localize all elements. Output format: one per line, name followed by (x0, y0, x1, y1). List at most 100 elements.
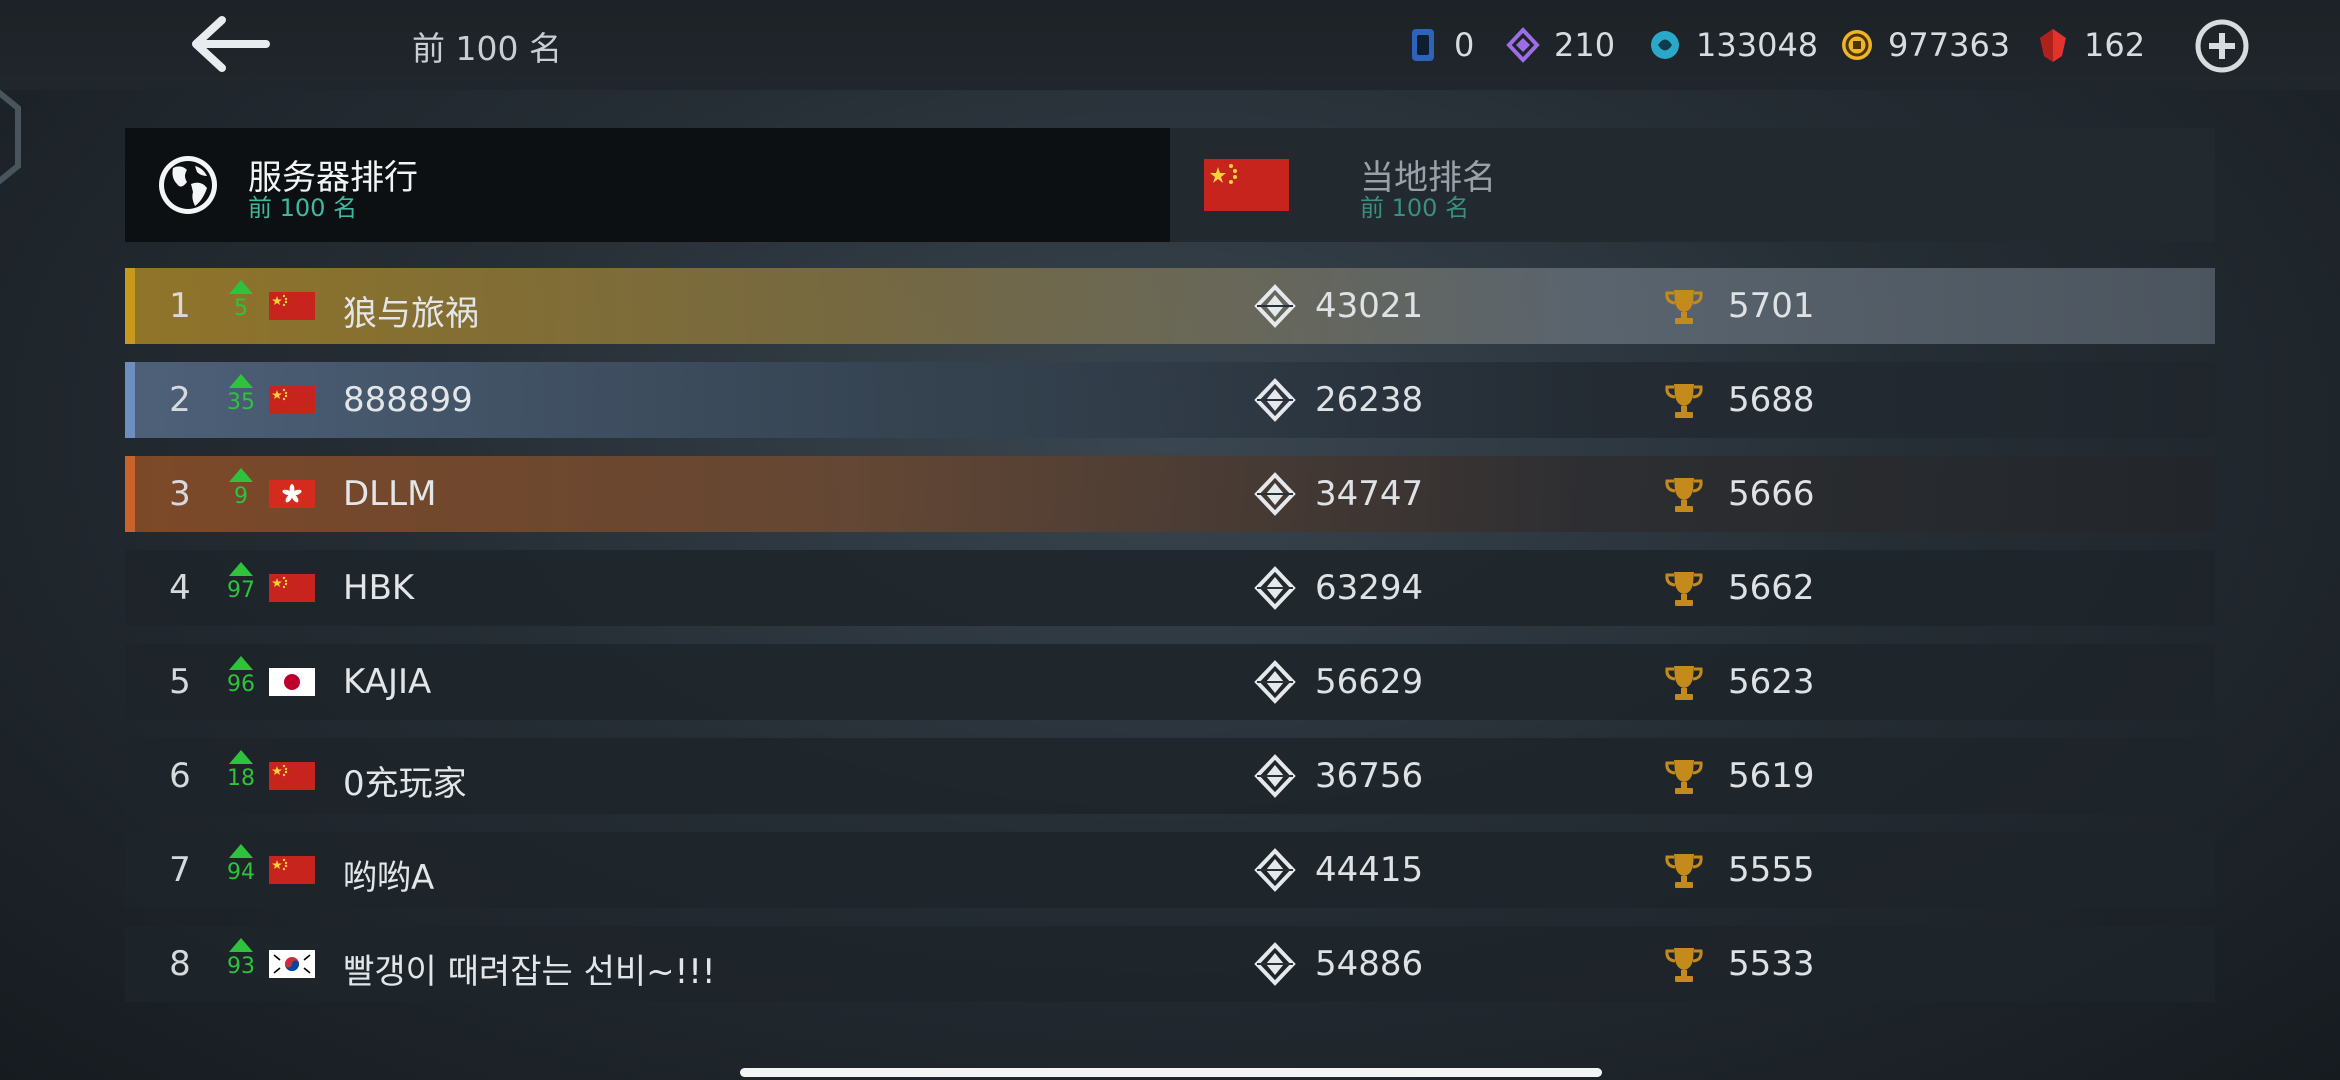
player-name[interactable]: 狼与旅祸 (343, 286, 479, 335)
coins-count: 977363 (1888, 26, 2011, 64)
rank-tier-stripe (125, 268, 135, 344)
rank-change: 93 (225, 938, 257, 990)
swirl-token-icon (1651, 31, 1679, 59)
player-score: 43021 (1315, 286, 1424, 326)
rank-gem-icon (1254, 848, 1296, 892)
rank-up-arrow-icon (229, 844, 253, 858)
rank-up-arrow-icon (229, 562, 253, 576)
home-indicator[interactable] (740, 1068, 1602, 1077)
rank-number: 2 (169, 380, 191, 420)
diamond-tokens-count: 210 (1554, 26, 1616, 64)
rank-change-value: 5 (234, 296, 248, 321)
leaderboard-row[interactable]: 6 18 0充玩家 36756 5619 (125, 738, 2215, 814)
rank-change: 35 (225, 374, 257, 426)
rank-up-arrow-icon (229, 374, 253, 388)
rank-gem-icon (1254, 472, 1296, 516)
player-score: 63294 (1315, 568, 1424, 608)
rank-gem-icon (1254, 284, 1296, 328)
currency-cards[interactable]: 0 (1406, 20, 1474, 70)
leaderboard-row[interactable]: 8 93 빨갱이 때려잡는 선비~!!! 54886 5533 (125, 926, 2215, 1002)
leaderboard-row[interactable]: 1 5 狼与旅祸 43021 5701 (125, 268, 2215, 344)
rank-gem-icon (1254, 942, 1296, 986)
south-korea-flag-icon (269, 950, 315, 978)
rank-up-arrow-icon (229, 750, 253, 764)
trophy-icon (1665, 854, 1703, 888)
player-name[interactable]: HBK (343, 568, 414, 608)
currency-diamond-tokens[interactable]: 210 (1506, 20, 1615, 70)
player-score: 54886 (1315, 944, 1424, 984)
page-title: 前 100 名 (412, 29, 562, 68)
currency-coins[interactable]: 977363 (1840, 20, 2010, 70)
rank-change-value: 35 (227, 390, 255, 415)
trophy-count: 5666 (1728, 474, 1815, 514)
player-score: 44415 (1315, 850, 1424, 890)
leaderboard-tabs: 服务器排行 前 100 名 当地排名 前 100 名 (125, 128, 2215, 242)
rank-number: 5 (169, 662, 191, 702)
player-name[interactable]: 哟哟A (343, 850, 434, 899)
coin-icon (1842, 30, 1872, 60)
china-flag-icon (269, 386, 315, 414)
rank-change-value: 18 (227, 766, 255, 791)
rank-change: 18 (225, 750, 257, 802)
player-name[interactable]: 0充玩家 (343, 756, 467, 805)
rank-change: 9 (225, 468, 257, 520)
rank-change-value: 9 (234, 484, 248, 509)
tab-server-ranking[interactable]: 服务器排行 前 100 名 (125, 128, 1170, 242)
trophy-icon (1665, 948, 1703, 982)
player-name[interactable]: DLLM (343, 474, 436, 514)
cards-count: 0 (1454, 26, 1475, 64)
player-score: 26238 (1315, 380, 1424, 420)
rank-number: 3 (169, 474, 191, 514)
trophy-count: 5619 (1728, 756, 1815, 796)
trophy-icon (1665, 572, 1703, 606)
leaderboard-list[interactable]: 1 5 狼与旅祸 43021 5701 2 35 888899 26238 5688 3 9 DLLM 3… (125, 268, 2215, 1038)
swirl-tokens-count: 133048 (1696, 26, 1819, 64)
leaderboard-row[interactable]: 5 96 KAJIA 56629 5623 (125, 644, 2215, 720)
china-flag-icon (269, 574, 315, 602)
rubies-count: 162 (2084, 26, 2146, 64)
add-currency-button[interactable] (2194, 18, 2250, 74)
plus-circle-icon (2195, 19, 2249, 73)
rank-gem-icon (1254, 378, 1296, 422)
rank-change-value: 97 (227, 578, 255, 603)
tab-server-subtitle: 前 100 名 (248, 194, 358, 222)
player-name[interactable]: KAJIA (343, 662, 431, 702)
rank-number: 1 (169, 286, 191, 326)
rank-change-value: 96 (227, 672, 255, 697)
rank-number: 4 (169, 568, 191, 608)
china-flag-icon (269, 292, 315, 320)
rank-up-arrow-icon (229, 938, 253, 952)
trophy-icon (1665, 760, 1703, 794)
rank-change: 96 (225, 656, 257, 708)
trophy-count: 5623 (1728, 662, 1815, 702)
tab-local-subtitle: 前 100 名 (1360, 194, 1470, 222)
china-flag-icon (269, 856, 315, 884)
rank-gem-icon (1254, 566, 1296, 610)
globe-icon (159, 156, 217, 214)
rank-up-arrow-icon (229, 280, 253, 294)
player-score: 36756 (1315, 756, 1424, 796)
hong-kong-flag-icon (269, 480, 315, 508)
trophy-icon (1665, 666, 1703, 700)
leaderboard-row[interactable]: 3 9 DLLM 34747 5666 (125, 456, 2215, 532)
ruby-icon (2040, 29, 2066, 62)
trophy-icon (1665, 290, 1703, 324)
rank-gem-icon (1254, 754, 1296, 798)
rank-change-value: 93 (227, 954, 255, 979)
tab-local-ranking[interactable]: 当地排名 前 100 名 (1170, 128, 2215, 242)
leaderboard-row[interactable]: 7 94 哟哟A 44415 5555 (125, 832, 2215, 908)
player-name[interactable]: 빨갱이 때려잡는 선비~!!! (343, 944, 716, 993)
currency-rubies[interactable]: 162 (2036, 20, 2145, 70)
rank-number: 6 (169, 756, 191, 796)
player-name[interactable]: 888899 (343, 380, 473, 420)
trophy-count: 5662 (1728, 568, 1815, 608)
trophy-count: 5688 (1728, 380, 1815, 420)
diamond-token-icon (1506, 27, 1540, 63)
back-arrow-icon[interactable] (190, 12, 270, 76)
rank-up-arrow-icon (229, 468, 253, 482)
leaderboard-row[interactable]: 4 97 HBK 63294 5662 (125, 550, 2215, 626)
trophy-count: 5701 (1728, 286, 1815, 326)
china-flag-icon (1204, 159, 1289, 211)
leaderboard-row[interactable]: 2 35 888899 26238 5688 (125, 362, 2215, 438)
currency-swirl-tokens[interactable]: 133048 (1648, 20, 1818, 70)
